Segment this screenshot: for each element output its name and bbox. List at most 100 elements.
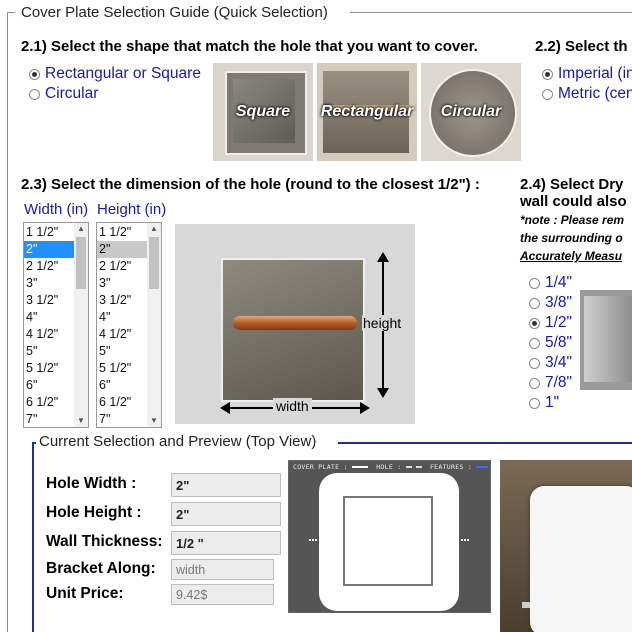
product-image xyxy=(500,460,632,632)
units-option-metric-label: Metric (cen xyxy=(558,85,632,102)
shape-option-rectangular[interactable]: Rectangular or Square xyxy=(29,65,201,83)
unit-price-label: Unit Price: xyxy=(46,585,124,602)
drywall-note-line1: *note : Please rem xyxy=(520,213,625,227)
drywall-option-label: 3/8" xyxy=(545,294,573,311)
shape-image-square[interactable]: Square xyxy=(213,63,313,161)
radio-rectangular[interactable] xyxy=(29,68,40,80)
current-legend: Current Selection and Preview (Top View) xyxy=(37,433,319,450)
drywall-note-line3[interactable]: Accurately Measu xyxy=(520,249,622,263)
height-option[interactable]: 6" xyxy=(97,377,147,394)
width-option[interactable]: 6 1/2" xyxy=(24,394,74,411)
unit-price-field[interactable]: 9.42$ xyxy=(171,584,274,605)
width-option[interactable]: 2 1/2" xyxy=(24,258,74,275)
drywall-option-label: 1" xyxy=(545,394,560,411)
guide-legend: Cover Plate Selection Guide (Quick Selec… xyxy=(19,4,330,21)
height-option[interactable]: 3 1/2" xyxy=(97,292,147,309)
height-scroll-up-icon[interactable]: ▲ xyxy=(147,223,161,235)
hole-height-field[interactable]: 2" xyxy=(171,502,281,526)
width-scroll-up-icon[interactable]: ▲ xyxy=(74,223,88,235)
height-option[interactable]: 6 1/2" xyxy=(97,394,147,411)
drywall-option-label: 1/4" xyxy=(545,274,573,291)
drywall-option-label: 5/8" xyxy=(545,334,573,351)
drywall-heading-line2: wall could also xyxy=(520,193,627,210)
wall-thickness-label: Wall Thickness: xyxy=(46,533,163,550)
preview-hole xyxy=(343,496,433,586)
width-option[interactable]: 4 1/2" xyxy=(24,326,74,343)
drywall-radio[interactable] xyxy=(529,277,540,289)
width-option[interactable]: 2" xyxy=(24,241,74,258)
guide-frame-top-right xyxy=(350,12,632,13)
shape-image-rectangular-caption: Rectangular xyxy=(320,103,414,120)
height-option[interactable]: 2 1/2" xyxy=(97,258,147,275)
drywall-option-label: 3/4" xyxy=(545,354,573,371)
height-listbox[interactable]: 1 1/2" 2" 2 1/2" 3" 3 1/2" 4" 4 1/2" 5" 5 1/2" 6"… xyxy=(96,222,162,428)
shape-image-square-caption: Square xyxy=(235,103,291,120)
drywall-radio[interactable] xyxy=(529,377,540,389)
radio-metric[interactable] xyxy=(542,88,553,100)
drywall-option-label: 7/8" xyxy=(545,374,573,391)
width-scrollbar[interactable]: ▲ ▼ xyxy=(74,223,88,427)
drywall-option[interactable]: 1" xyxy=(529,394,559,412)
height-option[interactable]: 5" xyxy=(97,343,147,360)
height-scrollbar[interactable]: ▲ ▼ xyxy=(147,223,161,427)
drywall-option[interactable]: 7/8" xyxy=(529,374,572,392)
height-text: height xyxy=(362,315,403,331)
width-option[interactable]: 3 1/2" xyxy=(24,292,74,309)
width-scroll-down-icon[interactable]: ▼ xyxy=(74,415,88,427)
width-option[interactable]: 5 1/2" xyxy=(24,360,74,377)
drywall-option[interactable]: 3/4" xyxy=(529,354,572,372)
height-option[interactable]: 7" xyxy=(97,411,147,427)
shape-option-rectangular-label: Rectangular or Square xyxy=(45,65,201,82)
shape-image-circular-caption: Circular xyxy=(440,103,502,120)
guide-frame-left xyxy=(7,12,8,632)
drywall-radio[interactable] xyxy=(529,397,540,409)
drywall-radio[interactable] xyxy=(529,297,540,309)
guide-frame-top-left xyxy=(7,12,15,13)
shape-image-circular[interactable]: Circular xyxy=(421,63,521,161)
units-option-metric[interactable]: Metric (cen xyxy=(542,85,632,103)
preview-legend-featured: FEATURES : xyxy=(429,463,473,471)
drywall-option[interactable]: 1/4" xyxy=(529,274,572,292)
width-option[interactable]: 6" xyxy=(24,377,74,394)
wall-thickness-field[interactable]: 1/2 " xyxy=(171,531,281,555)
hole-width-field[interactable]: 2" xyxy=(171,473,281,497)
shape-image-rectangular[interactable]: Rectangular xyxy=(317,63,417,161)
drywall-radio[interactable] xyxy=(529,357,540,369)
drywall-option[interactable]: 5/8" xyxy=(529,334,572,352)
drywall-thickness-image xyxy=(580,290,632,390)
width-listbox[interactable]: 1 1/2" 2" 2 1/2" 3" 3 1/2" 4" 4 1/2" 5" 5 1/2" 6"… xyxy=(23,222,89,428)
width-option[interactable]: 1 1/2" xyxy=(24,224,74,241)
drywall-option[interactable]: 1/2" xyxy=(529,314,572,332)
height-option[interactable]: 3" xyxy=(97,275,147,292)
height-option[interactable]: 4 1/2" xyxy=(97,326,147,343)
width-option[interactable]: 4" xyxy=(24,309,74,326)
drywall-option[interactable]: 3/8" xyxy=(529,294,572,312)
bracket-along-label: Bracket Along: xyxy=(46,560,156,577)
preview-legend-hole: HOLE : xyxy=(376,463,402,471)
height-scroll-down-icon[interactable]: ▼ xyxy=(147,415,161,427)
radio-imperial[interactable] xyxy=(542,68,553,80)
drywall-radio[interactable] xyxy=(529,337,540,349)
hole-dimension-diagram: height width xyxy=(175,224,415,424)
shape-option-circular[interactable]: Circular xyxy=(29,85,98,103)
height-option[interactable]: 1 1/2" xyxy=(97,224,147,241)
preview-legend-cover: COVER PLATE : xyxy=(293,463,348,471)
units-option-imperial-label: Imperial (in xyxy=(558,65,632,82)
height-option[interactable]: 5 1/2" xyxy=(97,360,147,377)
units-option-imperial[interactable]: Imperial (in xyxy=(542,65,632,83)
dimension-heading: 2.3) Select the dimension of the hole (r… xyxy=(21,176,480,193)
width-option[interactable]: 7" xyxy=(24,411,74,427)
width-option[interactable]: 3" xyxy=(24,275,74,292)
drywall-radio[interactable] xyxy=(529,317,540,329)
current-frame-top-right xyxy=(338,442,632,444)
height-option[interactable]: 4" xyxy=(97,309,147,326)
shape-option-circular-label: Circular xyxy=(45,85,99,102)
width-option[interactable]: 5" xyxy=(24,343,74,360)
current-frame-left xyxy=(32,442,34,632)
radio-circular[interactable] xyxy=(29,88,40,100)
height-option[interactable]: 2" xyxy=(97,241,147,258)
shape-heading: 2.1) Select the shape that match the hol… xyxy=(21,38,478,55)
bracket-along-field[interactable]: width xyxy=(171,559,274,580)
width-text: width xyxy=(273,398,312,414)
drywall-note-line2: the surrounding o xyxy=(520,231,623,245)
